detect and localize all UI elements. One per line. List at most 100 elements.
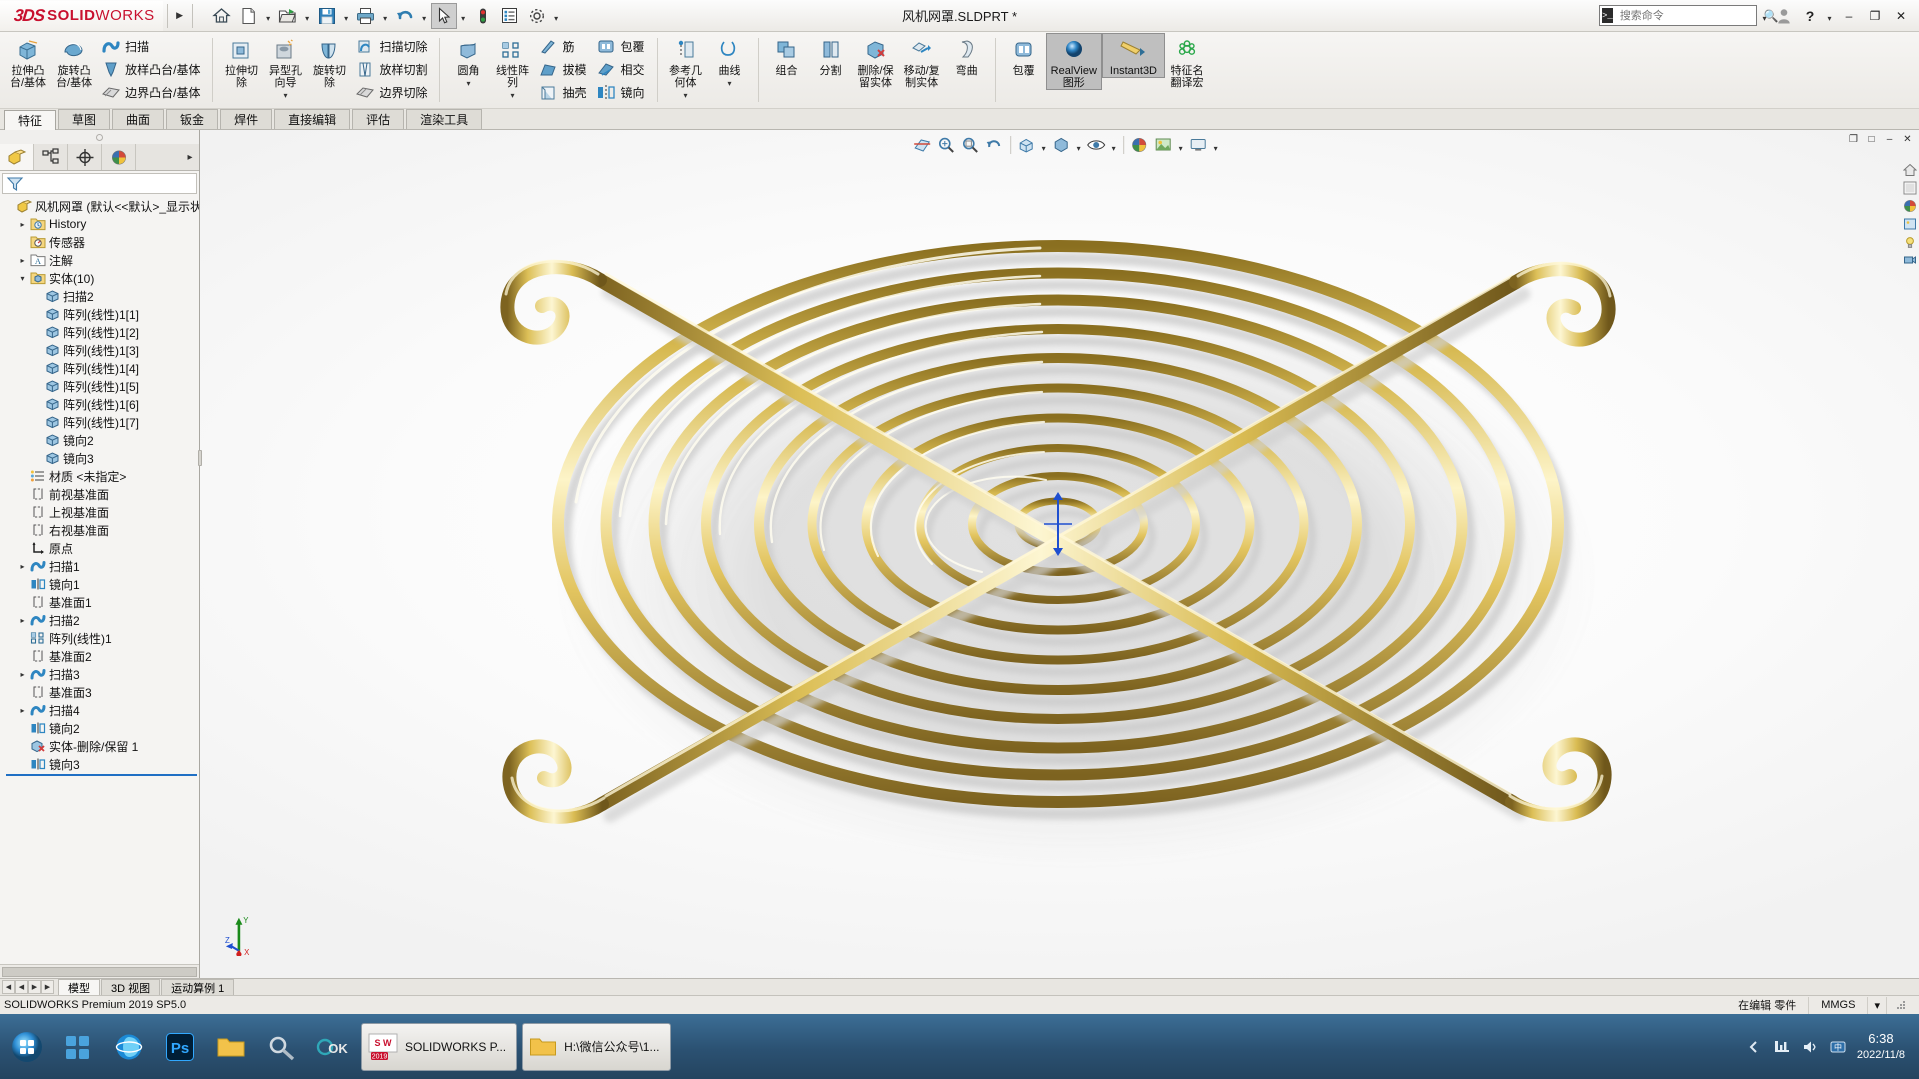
restore-window-button[interactable]: ❐ (1863, 3, 1887, 29)
rollback-bar[interactable] (6, 774, 197, 776)
tree-item[interactable]: 阵列(线性)1[2] (2, 323, 199, 341)
scenes-icon[interactable] (1902, 198, 1918, 214)
search-caret-icon[interactable]: ▾ (1759, 3, 1770, 29)
appearances-icon[interactable] (1902, 180, 1918, 196)
maximize-view-icon[interactable]: □ (1864, 132, 1879, 147)
help-caret-icon[interactable]: ▾ (1824, 3, 1835, 29)
view-orientation-caret-icon[interactable]: ▾ (1039, 134, 1049, 157)
swept-cut-button[interactable]: 扫描切除 (351, 35, 433, 58)
taskbar-window-folder[interactable]: H:\微信公众号\1... (522, 1022, 671, 1071)
doc-tab-3dviews[interactable]: 3D 视图 (101, 979, 161, 995)
tab-weldments[interactable]: 焊件 (220, 109, 273, 129)
help-icon[interactable]: ? (1798, 3, 1822, 29)
fillet-button[interactable]: 圆角 ▾ (446, 33, 490, 89)
taskbar-app5[interactable] (259, 1024, 305, 1070)
minimize-view-icon[interactable]: – (1882, 132, 1897, 147)
combine-button[interactable]: 组合 (765, 33, 809, 78)
decals-icon[interactable] (1902, 216, 1918, 232)
move-copy-body-button[interactable]: 移动/复 制实体 (899, 33, 945, 90)
select-caret-icon[interactable]: ▾ (458, 3, 469, 29)
start-button[interactable] (4, 1024, 50, 1070)
tree-expand-icon[interactable]: ▸ (16, 220, 29, 229)
taskbar-app6[interactable]: OK (310, 1024, 356, 1070)
instant3d-button[interactable]: Instant3D (1101, 33, 1166, 78)
tree-item[interactable]: 实体-删除/保留 1 (2, 737, 199, 755)
split-button[interactable]: 分割 (809, 33, 853, 78)
tree-item[interactable]: ▸ 扫描1 (2, 557, 199, 575)
expand-menu-arrow-icon[interactable]: ▶ (172, 10, 188, 21)
display-style-icon[interactable] (1050, 134, 1073, 157)
extrude-cut-button[interactable]: 拉伸切 除 (219, 33, 263, 90)
cameras-icon[interactable] (1902, 252, 1918, 268)
undo-icon[interactable] (392, 3, 418, 29)
hole-wizard-dropdown-icon[interactable]: ▾ (283, 91, 287, 100)
new-document-caret-icon[interactable]: ▾ (263, 3, 274, 29)
tab-sheetmetal[interactable]: 钣金 (166, 109, 219, 129)
settings-caret-icon[interactable]: ▾ (551, 3, 562, 29)
splitter-grip[interactable] (198, 450, 202, 466)
draft-button[interactable]: 拔模 (534, 58, 592, 81)
tree-item[interactable]: 上视基准面 (2, 503, 199, 521)
open-document-icon[interactable] (275, 3, 301, 29)
tree-item[interactable]: 右视基准面 (2, 521, 199, 539)
restore-view-icon[interactable]: ❐ (1846, 132, 1861, 147)
print-caret-icon[interactable]: ▾ (380, 3, 391, 29)
taskbar-window-solidworks[interactable]: S W 2019 SOLIDWORKS P... (361, 1022, 518, 1071)
feature-name-macro-button[interactable]: 特征名 翻译宏 (1165, 33, 1209, 90)
display-manager-tab[interactable] (102, 144, 136, 170)
revolve-cut-button[interactable]: 旋转切 除 (307, 33, 351, 90)
previous-view-icon[interactable] (983, 134, 1006, 157)
tree-expand-icon[interactable]: ▸ (16, 706, 29, 715)
tree-item[interactable]: 原点 (2, 539, 199, 557)
status-resize-grip[interactable] (1886, 996, 1915, 1014)
tree-item[interactable]: ▸ 扫描3 (2, 665, 199, 683)
taskbar-photoshop[interactable]: Ps (157, 1024, 203, 1070)
lofted-cut-button[interactable]: 放样切割 (351, 58, 433, 81)
lights-icon[interactable] (1902, 234, 1918, 250)
hide-show-items-icon[interactable] (1085, 134, 1108, 157)
linear-pattern-button[interactable]: 线性阵 列 ▾ (490, 33, 534, 101)
apply-scene-caret-icon[interactable]: ▾ (1176, 134, 1186, 157)
tree-item[interactable]: 基准面2 (2, 647, 199, 665)
tree-expand-icon[interactable]: ▸ (16, 256, 29, 265)
tree-item[interactable]: ▸ 扫描4 (2, 701, 199, 719)
rib-button[interactable]: 筋 (534, 35, 592, 58)
section-view-icon[interactable] (911, 134, 934, 157)
tree-item[interactable]: 镜向2 (2, 431, 199, 449)
view-settings-caret-icon[interactable]: ▾ (1211, 134, 1221, 157)
curves-button[interactable]: 曲线 ▾ (708, 33, 752, 89)
tree-item[interactable]: 扫描2 (2, 287, 199, 305)
display-style-caret-icon[interactable]: ▾ (1074, 134, 1084, 157)
revolve-boss-button[interactable]: 旋转凸 台/基体 (51, 33, 97, 90)
hole-wizard-button[interactable]: 异型孔 向导 ▾ (263, 33, 307, 101)
tree-item[interactable]: 阵列(线性)1[1] (2, 305, 199, 323)
wrap2-button[interactable]: 包覆 (1002, 33, 1046, 78)
tree-item[interactable]: 阵列(线性)1 (2, 629, 199, 647)
tree-item[interactable]: 前视基准面 (2, 485, 199, 503)
linear-pattern-dropdown-icon[interactable]: ▾ (510, 91, 514, 100)
tree-expand-icon[interactable]: ▾ (16, 274, 29, 283)
doc-tab-motion-study[interactable]: 运动算例 1 (161, 979, 235, 995)
tree-filter-box[interactable] (2, 173, 197, 194)
tab-surfaces[interactable]: 曲面 (112, 109, 165, 129)
tree-item[interactable]: ▸ 扫描2 (2, 611, 199, 629)
curves-dropdown-icon[interactable]: ▾ (728, 79, 732, 88)
doc-tab-prev-icon[interactable]: ◀ (15, 980, 28, 994)
show-hidden-icon[interactable] (1745, 1038, 1763, 1056)
tree-item[interactable]: ▸ A 注解 (2, 251, 199, 269)
view-home-icon[interactable] (1902, 162, 1918, 178)
search-input[interactable] (1617, 8, 1764, 23)
tree-item[interactable]: 阵列(线性)1[4] (2, 359, 199, 377)
tab-direct-editing[interactable]: 直接编辑 (274, 109, 351, 129)
search-commands-box[interactable]: >_ 🔍 (1599, 5, 1779, 26)
home-icon[interactable] (209, 3, 235, 29)
new-document-icon[interactable] (236, 3, 262, 29)
volume-icon[interactable] (1801, 1038, 1819, 1056)
rebuild-icon[interactable] (470, 3, 496, 29)
doc-tab-last-icon[interactable]: ▶ (41, 980, 54, 994)
zoom-to-fit-icon[interactable] (935, 134, 958, 157)
doc-tab-next-icon[interactable]: ▶ (28, 980, 41, 994)
feature-manager-tab[interactable] (0, 144, 34, 170)
network-icon[interactable] (1773, 1038, 1791, 1056)
manager-tabs-more-icon[interactable]: ▸ (181, 144, 199, 170)
